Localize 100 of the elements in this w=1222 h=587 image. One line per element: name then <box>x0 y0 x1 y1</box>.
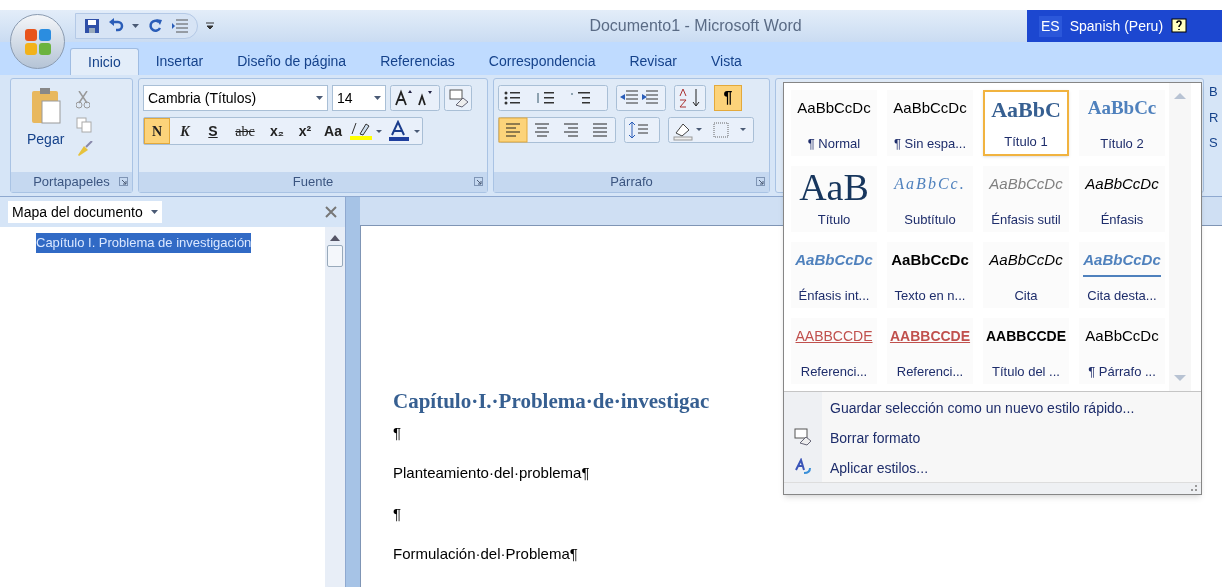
pane-dropdown[interactable]: Mapa del documento <box>8 201 162 223</box>
resize-grip-icon[interactable] <box>1189 483 1197 491</box>
format-button[interactable]: abc <box>228 118 262 144</box>
style-name: ¶ Sin espa... <box>894 134 966 153</box>
style-name: Referenci... <box>896 362 964 381</box>
print-layout-icon[interactable] <box>171 18 189 34</box>
style-sample: AaBbCcDc <box>795 250 873 270</box>
menu-item[interactable]: Aplicar estilos... <box>830 458 1135 476</box>
style-tile[interactable]: AaBbCc. Subtítulo <box>887 166 973 232</box>
style-tile[interactable]: AaBbC Título 1 <box>983 90 1069 156</box>
paragraph-mark: ¶ <box>393 503 402 524</box>
style-sample: AaBbCcDc <box>989 174 1063 194</box>
line-spacing-icon[interactable] <box>624 117 660 143</box>
eraser-icon <box>794 428 812 446</box>
dialog-launcher-icon[interactable] <box>474 177 483 186</box>
format-button[interactable]: x² <box>292 118 318 144</box>
bullets-icon[interactable] <box>498 85 608 111</box>
ribbon-tab[interactable]: Inicio <box>70 48 139 75</box>
style-name: Énfasis int... <box>798 286 870 305</box>
font-color-icon[interactable] <box>386 120 422 142</box>
language-code[interactable]: ES <box>1039 15 1062 37</box>
style-label: S <box>1209 134 1219 152</box>
sort-icon[interactable] <box>674 85 706 111</box>
dialog-launcher-icon[interactable] <box>119 177 128 186</box>
style-name: ¶ Normal <box>807 134 861 153</box>
ribbon-tab[interactable]: Insertar <box>138 48 221 75</box>
font-size-field[interactable]: 14 <box>332 85 386 111</box>
alignment-icon[interactable] <box>498 117 616 143</box>
style-tile[interactable]: AaB Título <box>791 166 877 232</box>
style-tile[interactable]: AaBbCcDc ¶ Sin espa... <box>887 90 973 156</box>
style-sample: AaBbCcDc <box>1085 174 1159 194</box>
scissors-icon[interactable] <box>76 91 91 109</box>
document-paragraph: Formulación·del·Problema¶ <box>393 544 578 564</box>
style-tile[interactable]: AaBbCcDc Énfasis <box>1079 166 1165 232</box>
clear-formatting-icon[interactable] <box>444 85 472 111</box>
style-name: Título 1 <box>1004 132 1048 151</box>
style-name: Título <box>817 210 851 229</box>
style-tile[interactable]: AaBbCcDc Énfasis int... <box>791 242 877 308</box>
style-sample: AaBbCcDc <box>1083 245 1161 277</box>
style-tile[interactable]: AaBbCcDc ¶ Normal <box>791 90 877 156</box>
style-sample: AABBCCDE <box>795 327 873 346</box>
menu-item[interactable]: Guardar selección como un nuevo estilo rápido... <box>830 398 1135 416</box>
caret-icon <box>132 24 139 28</box>
window-title: Documento1 - Microsoft Word <box>589 16 802 36</box>
style-name: Título del ... <box>992 362 1060 381</box>
style-sample: AaBbC <box>991 96 1061 124</box>
ribbon-tab[interactable]: Correspondencia <box>471 48 613 75</box>
redo-icon[interactable] <box>147 18 163 34</box>
grow-font-icon[interactable] <box>390 85 440 111</box>
style-tile[interactable]: AABBCCDE Título del ... <box>983 318 1069 384</box>
paragraph-mark: ¶ <box>393 422 402 443</box>
menu-item[interactable]: Borrar formato <box>830 428 1135 446</box>
map-item[interactable]: Capítulo I. Problema de investigación <box>36 233 252 253</box>
group-label: Portapapeles <box>33 173 110 192</box>
style-tile[interactable]: AaBbCc Título 2 <box>1079 90 1165 156</box>
style-tile[interactable]: AABBCCDE Referenci... <box>887 318 973 384</box>
style-tile[interactable]: AaBbCcDc Texto en n... <box>887 242 973 308</box>
style-sample: AaBbCc. <box>894 174 966 194</box>
caret-icon <box>374 96 381 100</box>
style-tile[interactable]: AaBbCcDc Énfasis sutil <box>983 166 1069 232</box>
format-button[interactable]: x₂ <box>264 118 290 144</box>
scrollbar[interactable] <box>325 227 345 587</box>
brush-icon[interactable] <box>76 141 95 157</box>
styles-icon <box>794 458 812 476</box>
style-sample: AaBbCcDc <box>797 98 871 118</box>
dialog-launcher-icon[interactable] <box>756 177 765 186</box>
close-icon[interactable] <box>325 206 337 218</box>
format-button[interactable]: S <box>200 118 226 144</box>
format-button[interactable]: Aa <box>320 118 346 144</box>
scroll-thumb[interactable] <box>327 245 343 267</box>
style-label: R <box>1209 108 1220 127</box>
help-icon[interactable] <box>1171 18 1188 34</box>
language-name[interactable]: Spanish (Peru) <box>1069 15 1164 37</box>
show-marks-button[interactable]: ¶ <box>714 85 742 111</box>
style-tile[interactable]: AaBbCcDc Cita desta... <box>1079 242 1165 308</box>
format-button[interactable]: K <box>172 118 198 144</box>
style-tile[interactable]: AaBbCcDc Cita <box>983 242 1069 308</box>
shading-icon[interactable] <box>668 117 754 143</box>
copy-icon[interactable] <box>76 117 93 133</box>
style-sample: AaBbCcDc <box>1085 326 1159 346</box>
scroll-up-icon[interactable] <box>330 235 340 241</box>
save-icon[interactable] <box>84 18 100 34</box>
undo-icon[interactable] <box>108 18 124 34</box>
paste-button[interactable]: Pegar <box>27 87 65 157</box>
highlight-icon[interactable] <box>348 120 384 142</box>
style-tile[interactable]: AABBCCDE Referenci... <box>791 318 877 384</box>
ribbon-tab[interactable]: Revisar <box>612 48 694 75</box>
indent-icon[interactable] <box>616 85 666 111</box>
style-sample: AaB <box>799 169 869 205</box>
ribbon-tab[interactable]: Referencias <box>363 48 472 75</box>
style-label: B <box>1209 83 1219 101</box>
style-sample: AABBCCDE <box>889 327 971 346</box>
ribbon-tab[interactable]: Vista <box>693 48 759 75</box>
style-tile[interactable]: AaBbCcDc ¶ Párrafo ... <box>1079 318 1165 384</box>
customize-icon[interactable] <box>206 22 214 30</box>
ribbon-tab[interactable]: Diseño de página <box>220 48 364 75</box>
style-name: Título 2 <box>1100 134 1144 153</box>
style-name: Énfasis sutil <box>991 210 1061 229</box>
format-button[interactable]: N <box>144 118 170 144</box>
font-name-field[interactable]: Cambria (Títulos) <box>143 85 328 111</box>
